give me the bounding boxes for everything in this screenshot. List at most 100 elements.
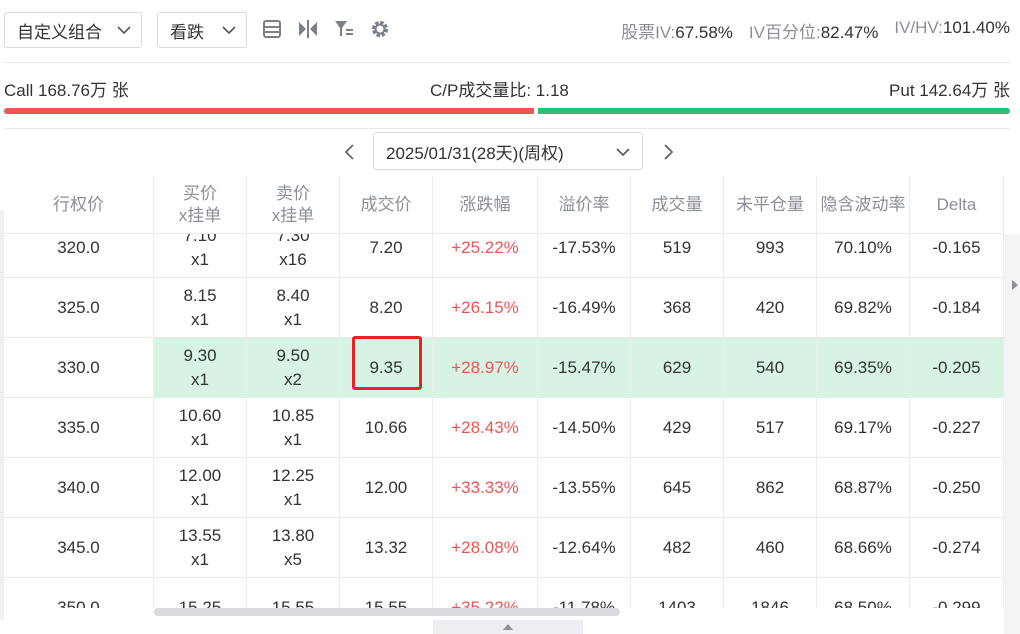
last-price-cell: 12.00 (340, 458, 433, 518)
expiry-date-value: 2025/01/31(28天)(周权) (386, 143, 564, 163)
put-share-bar (538, 108, 1010, 114)
trend-select-value: 看跌 (170, 22, 204, 42)
compare-icon[interactable] (297, 18, 319, 40)
iv-metrics: 股票IV:67.58% IV百分位:82.47% IV/HV:101.40% (621, 18, 1010, 43)
open-interest-cell: 1846 (724, 578, 817, 608)
table-row[interactable]: 335.0 10.60 x1 10.85 x1 10.66 +28.43% -14.50% 42… (4, 398, 1004, 458)
strike-cell: 340.0 (4, 458, 154, 518)
delta-cell: -0.205 (910, 338, 1004, 398)
iv-cell: 69.17% (817, 398, 910, 458)
gear-icon[interactable] (369, 18, 391, 40)
bid-cell: 9.30 x1 (154, 338, 247, 398)
last-price-cell: 10.66 (340, 398, 433, 458)
table-row[interactable]: 330.0 9.30 x1 9.50 x2 9.35 +28.97% -15.47% 629 54… (4, 338, 1004, 398)
volume-cell: 482 (631, 518, 724, 578)
trend-select[interactable]: 看跌 (157, 12, 247, 48)
column-header[interactable]: 涨跌幅 (433, 176, 538, 234)
bid-cell: 10.60 x1 (154, 398, 247, 458)
expiry-date-select[interactable]: 2025/01/31(28天)(周权) (373, 132, 643, 170)
last-price-cell: 15.55 (340, 578, 433, 608)
iv-cell: 69.35% (817, 338, 910, 398)
column-header[interactable]: 行权价 (4, 176, 154, 234)
premium-cell: -17.53% (538, 234, 631, 278)
chevron-down-icon (117, 26, 131, 35)
ask-cell: 10.85 x1 (247, 398, 340, 458)
change-cell: +26.15% (433, 278, 538, 338)
expand-panel-handle[interactable] (433, 620, 583, 634)
delta-cell: -0.184 (910, 278, 1004, 338)
premium-cell: -13.55% (538, 458, 631, 518)
table-row[interactable]: 340.0 12.00 x1 12.25 x1 12.00 +33.33% -13.55% 64… (4, 458, 1004, 518)
strike-cell: 345.0 (4, 518, 154, 578)
delta-cell: -0.227 (910, 398, 1004, 458)
strike-cell: 350.0 (4, 578, 154, 608)
volume-cell: 368 (631, 278, 724, 338)
combo-select[interactable]: 自定义组合 (4, 12, 142, 48)
delta-cell: -0.274 (910, 518, 1004, 578)
open-interest-cell: 862 (724, 458, 817, 518)
chevron-up-icon (503, 624, 513, 630)
open-interest-cell: 540 (724, 338, 817, 398)
premium-cell: -15.47% (538, 338, 631, 398)
toolbar: 自定义组合 看跌 股票IV:67.58% IV百分位:82.47% IV/HV:… (0, 0, 1020, 62)
column-header[interactable]: 卖价 x挂单 (247, 176, 340, 234)
delta-cell: -0.165 (910, 234, 1004, 278)
column-header[interactable]: 未平仓量 (724, 176, 817, 234)
ask-cell: 8.40 x1 (247, 278, 340, 338)
table-body[interactable]: 320.0 7.10 x1 7.30 x16 7.20 +25.22% -17.53% 519 9… (4, 234, 1004, 608)
strike-cell: 320.0 (4, 234, 154, 278)
premium-cell: -14.50% (538, 398, 631, 458)
ask-cell: 7.30 x16 (247, 234, 340, 278)
open-interest-cell: 460 (724, 518, 817, 578)
column-header[interactable]: 成交价 (340, 176, 433, 234)
column-header[interactable]: 买价 x挂单 (154, 176, 247, 234)
column-header[interactable]: Delta (910, 176, 1004, 234)
strike-cell: 330.0 (4, 338, 154, 398)
column-header[interactable]: 溢价率 (538, 176, 631, 234)
vertical-scrollbar[interactable] (1004, 234, 1020, 634)
last-price-cell: 9.35 (340, 338, 433, 398)
change-cell: +35.22% (433, 578, 538, 608)
bid-cell: 8.15 x1 (154, 278, 247, 338)
list-view-icon[interactable] (261, 18, 283, 40)
ask-cell: 9.50 x2 (247, 338, 340, 398)
open-interest-cell: 517 (724, 398, 817, 458)
change-cell: +25.22% (433, 234, 538, 278)
call-volume: Call 168.76万 张 (4, 81, 129, 100)
bid-cell: 12.00 x1 (154, 458, 247, 518)
column-header[interactable]: 隐含波动率 (817, 176, 910, 234)
premium-cell: -12.64% (538, 518, 631, 578)
table-row[interactable]: 350.0 15.25 15.55 15.55 +35.22% -11.78% 1403 18… (4, 578, 1004, 608)
column-header[interactable]: 成交量 (631, 176, 724, 234)
metric-iv-percentile: IV百分位:82.47% (748, 23, 879, 42)
volume-cell: 519 (631, 234, 724, 278)
table-row[interactable]: 325.0 8.15 x1 8.40 x1 8.20 +26.15% -16.49% 368 42… (4, 278, 1004, 338)
delta-cell: -0.299 (910, 578, 1004, 608)
strike-cell: 325.0 (4, 278, 154, 338)
table-header: 行权价 买价 x挂单 卖价 x挂单 成交价 涨跌幅 溢价率 成交量 未平仓量 隐含波动率 Delta (4, 176, 1004, 234)
cp-ratio-bar (4, 108, 1010, 114)
chevron-right-icon[interactable] (660, 142, 676, 162)
premium-cell: -11.78% (538, 578, 631, 608)
expand-right-icon[interactable] (1012, 280, 1018, 290)
change-cell: +28.08% (433, 518, 538, 578)
premium-cell: -16.49% (538, 278, 631, 338)
bid-cell: 13.55 x1 (154, 518, 247, 578)
call-share-bar (4, 108, 534, 114)
open-interest-cell: 420 (724, 278, 817, 338)
iv-cell: 68.66% (817, 518, 910, 578)
volume-cell: 429 (631, 398, 724, 458)
last-price-cell: 7.20 (340, 234, 433, 278)
combo-select-value: 自定义组合 (17, 22, 102, 42)
table-row[interactable]: 345.0 13.55 x1 13.80 x5 13.32 +28.08% -12.64% 48… (4, 518, 1004, 578)
chevron-left-icon[interactable] (342, 142, 358, 162)
divider (4, 62, 1010, 63)
filter-icon[interactable] (333, 18, 355, 40)
divider (4, 128, 1010, 129)
metric-iv-hv: IV/HV:101.40% (894, 18, 1010, 37)
last-price-cell: 13.32 (340, 518, 433, 578)
last-price-cell: 8.20 (340, 278, 433, 338)
horizontal-scrollbar[interactable] (154, 608, 620, 616)
iv-cell: 68.87% (817, 458, 910, 518)
table-row[interactable]: 320.0 7.10 x1 7.30 x16 7.20 +25.22% -17.53% 519 9… (4, 234, 1004, 278)
